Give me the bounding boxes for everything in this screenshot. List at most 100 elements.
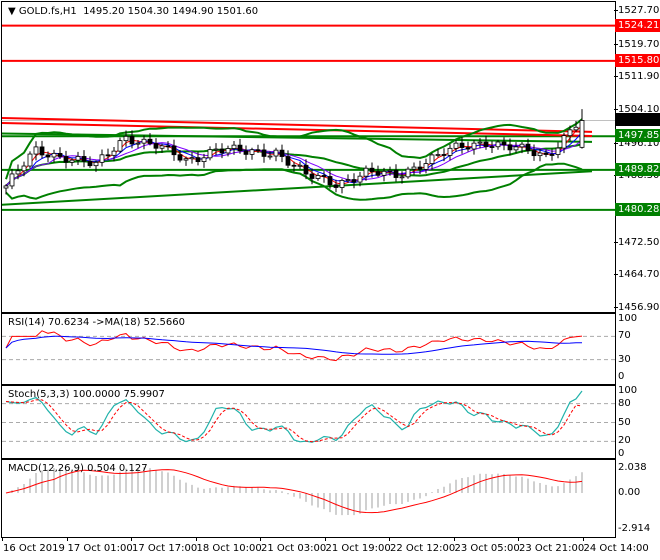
- rsi-title: RSI(14) 70.6234 ->MA(18) 52.5660: [8, 317, 185, 328]
- stoch-pane[interactable]: Stoch(5,3,3) 100.0000 75.9907: [1, 385, 616, 459]
- candle-body: [99, 154, 105, 163]
- time-axis-label: 17 Oct 17:00: [132, 543, 198, 554]
- candle-body: [555, 147, 561, 155]
- candle-body: [387, 169, 393, 172]
- dropdown-arrow-icon[interactable]: ▼: [8, 6, 16, 17]
- candle-body: [477, 141, 483, 144]
- candle-body: [177, 154, 183, 161]
- candle-body: [81, 156, 87, 162]
- chart-window: ▼ GOLD.fs,H1 1495.20 1504.30 1494.90 150…: [0, 0, 660, 560]
- price-axis-label: 1527.70: [618, 5, 660, 16]
- candle-body: [249, 149, 255, 155]
- main-price-pane[interactable]: ▼ GOLD.fs,H1 1495.20 1504.30 1494.90 150…: [1, 1, 616, 313]
- candle-body: [561, 135, 567, 149]
- price-chart[interactable]: [2, 2, 615, 312]
- candle-body: [519, 143, 525, 148]
- candle-body: [153, 143, 159, 149]
- candle-body: [39, 146, 45, 156]
- candle-body: [129, 135, 135, 145]
- candle-body: [273, 149, 279, 157]
- stoch-axis-label: 20: [618, 435, 631, 447]
- time-axis-label: 24 Oct 14:00: [583, 543, 649, 554]
- candle-body: [261, 149, 267, 157]
- candle-body: [237, 144, 243, 152]
- candle-body: [423, 163, 429, 170]
- candle-body: [225, 148, 231, 154]
- candle-body: [381, 170, 387, 176]
- candle-body: [279, 149, 285, 157]
- rsi-axis-label: 30: [618, 353, 631, 365]
- level-price-tag: 1480.28: [615, 202, 660, 216]
- price-axis-label: 1511.90: [618, 71, 660, 83]
- price-axis-tick: [614, 43, 618, 45]
- level-price-tag: 1489.82: [615, 162, 660, 176]
- candle-body: [333, 184, 339, 188]
- candle-body: [105, 154, 111, 157]
- candle-body: [489, 146, 495, 148]
- candle-body: [351, 179, 357, 183]
- candle-body: [189, 157, 195, 160]
- time-axis-tick: [518, 537, 519, 541]
- candle-body: [543, 152, 549, 155]
- candle-body: [309, 173, 315, 179]
- macd-signal-line: [5, 469, 583, 514]
- time-axis-tick: [66, 537, 68, 541]
- candle-body: [255, 149, 261, 152]
- candle-body: [141, 138, 147, 144]
- level-price-tag: 1524.21: [615, 18, 660, 32]
- macd-title: MACD(12,26,9) 0.504 0.127: [8, 463, 148, 474]
- candle-body: [345, 179, 351, 181]
- macd-pane[interactable]: MACD(12,26,9) 0.504 0.127: [1, 459, 616, 538]
- candle-body: [285, 156, 291, 166]
- time-axis-label: 21 Oct 03:00: [261, 543, 327, 554]
- current-price-tag: [615, 113, 660, 127]
- ohlc-high: 1504.30: [127, 6, 170, 17]
- candle-body: [117, 140, 123, 152]
- ohlc-close: 1501.60: [216, 6, 259, 17]
- time-axis-tick: [453, 537, 455, 541]
- candle-body: [243, 150, 249, 155]
- candle-body: [87, 160, 93, 167]
- macd-axis-label: 0.00: [618, 487, 641, 498]
- candle-body: [525, 143, 531, 152]
- candle-body: [369, 167, 375, 173]
- candle-body: [435, 154, 441, 156]
- candle-body: [27, 153, 33, 167]
- candle-body: [417, 166, 423, 170]
- candle-body: [465, 147, 471, 150]
- candle-body: [441, 154, 447, 156]
- time-axis-tick: [582, 537, 584, 541]
- symbol-title: ▼ GOLD.fs,H1 1495.20 1504.30 1494.90 150…: [8, 6, 258, 17]
- candle-body: [393, 169, 399, 178]
- candle-body: [411, 166, 417, 170]
- candle-body: [171, 145, 177, 156]
- price-axis-label: 1456.90: [618, 302, 660, 313]
- candle-body: [9, 173, 15, 187]
- rsi-axis-label: 70: [618, 330, 631, 342]
- candle-body: [327, 176, 333, 186]
- candle-body: [447, 147, 453, 156]
- candle-body: [363, 167, 369, 177]
- candle-body: [207, 149, 213, 159]
- candle-body: [57, 152, 63, 157]
- rsi-pane[interactable]: RSI(14) 70.6234 ->MA(18) 52.5660: [1, 313, 616, 385]
- candle-body: [303, 164, 309, 175]
- rsi-axis-label: 0: [618, 371, 625, 382]
- stoch-axis-label: 0: [618, 448, 625, 459]
- level-price-tag: 1497.85: [615, 129, 660, 143]
- price-axis-label: 1519.70: [618, 38, 660, 50]
- stoch-axis-label: 100: [618, 385, 638, 396]
- candle-body: [531, 150, 537, 157]
- candle-body: [201, 157, 207, 163]
- candle-body: [123, 135, 129, 142]
- candle-body: [165, 145, 171, 148]
- candle-body: [21, 165, 27, 172]
- candle-body: [135, 142, 141, 145]
- stoch-axis-label: 50: [618, 416, 631, 428]
- candle-body: [111, 150, 117, 156]
- candle-body: [573, 126, 579, 131]
- candle-body: [15, 170, 21, 175]
- candle-body: [51, 152, 57, 158]
- candle-body: [513, 146, 519, 151]
- level-price-tag: 1515.80: [615, 53, 660, 67]
